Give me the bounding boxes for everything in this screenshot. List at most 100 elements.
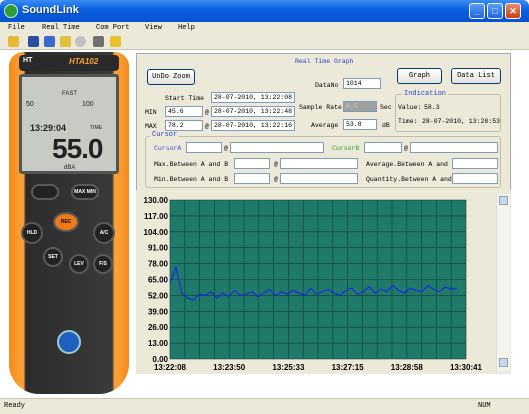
toolbar (0, 34, 529, 50)
device-lev-button[interactable]: LEV (69, 254, 89, 274)
menu-bar: File Real Time Com Port View Help (0, 22, 529, 34)
menu-help[interactable]: Help (178, 24, 195, 32)
min-between-label: Min.Between A and B (154, 176, 229, 183)
start-time-label: Start Time (165, 95, 205, 102)
indication-time: 28-07-2010, 13:28:53 (422, 118, 501, 125)
max-between-label: Max.Between A and B (154, 161, 229, 168)
cursor-b-time[interactable] (410, 142, 498, 153)
minimize-button[interactable]: _ (469, 3, 485, 19)
max-between-time[interactable] (280, 158, 358, 169)
min-time-field[interactable]: 28-07-2010, 13:22:48 (211, 106, 295, 117)
menu-real-time[interactable]: Real Time (42, 24, 80, 32)
scroll-up-icon[interactable] (499, 196, 508, 205)
min-between-time[interactable] (280, 173, 358, 184)
sample-rate-select[interactable]: 0.5 (343, 101, 377, 112)
indication-value-label: Value: (398, 104, 422, 111)
average-field[interactable]: 53.8 (343, 119, 377, 130)
maximize-button[interactable]: □ (487, 3, 503, 19)
device-rec-button[interactable]: REC (53, 212, 79, 232)
menu-com-port[interactable]: Com Port (96, 24, 130, 32)
y-tick-label: 65.00 (148, 276, 169, 285)
cursor-title: Cursor (150, 131, 180, 139)
lcd-mode: FAST (62, 91, 78, 97)
cursor-a-value[interactable] (186, 142, 222, 153)
datano-field[interactable]: 1014 (343, 78, 381, 89)
min-value-field[interactable]: 45.6 (165, 106, 203, 117)
indication-time-label: Time: (398, 118, 418, 125)
device-panel: HT HTA102 FAST 50 100 13:29:04 TIME 55.0… (3, 50, 133, 397)
help-icon[interactable] (110, 36, 121, 47)
open-icon[interactable] (8, 36, 19, 47)
start-time-field[interactable]: 28-07-2010, 13:22:08 (211, 92, 295, 103)
lcd-scale-low: 50 (26, 101, 34, 108)
device-fs-button[interactable]: F/S (93, 254, 113, 274)
lcd-time-tag: TIME (90, 125, 102, 131)
datano-label: DataNo (315, 82, 339, 89)
device-lcd: FAST 50 100 13:29:04 TIME 55.0 dBA (19, 74, 119, 174)
device-set-button[interactable]: SET (43, 247, 63, 267)
device-light-button[interactable] (31, 184, 59, 200)
max-value-field[interactable]: 78.2 (165, 120, 203, 131)
y-tick-label: 13.00 (148, 339, 169, 348)
graph-button[interactable]: Graph (397, 68, 442, 84)
max-between-at: @ (274, 161, 278, 168)
status-text: Ready (4, 402, 26, 410)
menu-file[interactable]: File (8, 24, 25, 32)
y-tick-label: 78.00 (148, 260, 169, 269)
device-brand: HT (23, 57, 33, 64)
average-label: Average (311, 122, 339, 129)
x-tick-label: 13:25:33 (272, 363, 305, 372)
close-button[interactable]: ✕ (505, 3, 521, 19)
y-tick-label: 91.00 (148, 244, 169, 253)
qty-between-label: Quantity.Between A and B (366, 176, 460, 183)
indication-title: Indication (402, 90, 449, 98)
device-hld-button[interactable]: HLD (21, 222, 43, 244)
status-num: NUM (478, 402, 491, 410)
sample-rate-label: Sample Rate (299, 104, 342, 111)
device-ac-button[interactable]: A/C (93, 222, 115, 244)
max-between-value[interactable] (234, 158, 270, 169)
x-tick-label: 13:28:58 (391, 363, 424, 372)
y-tick-label: 39.00 (148, 307, 169, 316)
indication-value: 58.3 (424, 104, 440, 111)
scroll-down-icon[interactable] (499, 358, 508, 367)
undo-zoom-button[interactable]: UnDo Zoom (147, 69, 195, 85)
avg-between-value[interactable] (452, 158, 498, 169)
print-icon[interactable] (93, 36, 104, 47)
app-icon (4, 4, 18, 18)
chart-area: 130.00 117.00 104.00 91.00 78.00 65.00 52.00 39… (136, 190, 511, 374)
cursor-group: Cursor CursorA @ CursorB @ Max.Between A… (145, 131, 501, 188)
device-model: HTA102 (69, 57, 99, 66)
x-tick-label: 13:22:08 (154, 363, 187, 372)
max-at: @ (205, 123, 209, 130)
data-list-button[interactable]: Data List (451, 68, 501, 84)
device-maxmin-button[interactable]: MAX MIN (71, 184, 99, 200)
monitor-icon[interactable] (44, 36, 55, 47)
min-at: @ (205, 109, 209, 116)
y-tick-label: 26.00 (148, 323, 169, 332)
menu-view[interactable]: View (145, 24, 162, 32)
max-label: MAX (145, 123, 157, 130)
max-time-field[interactable]: 28-07-2010, 13:22:16 (211, 120, 295, 131)
realtime-chart[interactable]: 130.00 117.00 104.00 91.00 78.00 65.00 52.00 39… (136, 190, 496, 374)
pencil-icon[interactable] (60, 36, 71, 47)
cursor-b-value[interactable] (364, 142, 402, 153)
min-between-value[interactable] (234, 173, 270, 184)
indication-group: Indication Value: 58.3 Time: 28-07-2010,… (395, 90, 501, 132)
lcd-time: 13:29:04 (30, 123, 67, 133)
cursor-a-time[interactable] (230, 142, 324, 153)
save-icon[interactable] (28, 36, 39, 47)
x-tick-label: 13:27:15 (332, 363, 365, 372)
lcd-unit: dBA (64, 165, 76, 171)
lcd-reading: 55.0 (52, 133, 103, 164)
cursor-a-label: CursorA (154, 145, 182, 152)
x-tick-label: 13:30:41 (450, 363, 483, 372)
y-tick-label: 52.00 (148, 291, 169, 300)
section-title-graph: Real Time Graph (295, 58, 354, 65)
device-power-button[interactable] (57, 330, 81, 354)
average-unit: dB (382, 122, 390, 129)
status-bar: Ready NUM (0, 398, 529, 414)
qty-between-value[interactable] (452, 173, 498, 184)
stop-icon[interactable] (75, 36, 86, 47)
chart-scrollbar[interactable] (496, 194, 510, 371)
